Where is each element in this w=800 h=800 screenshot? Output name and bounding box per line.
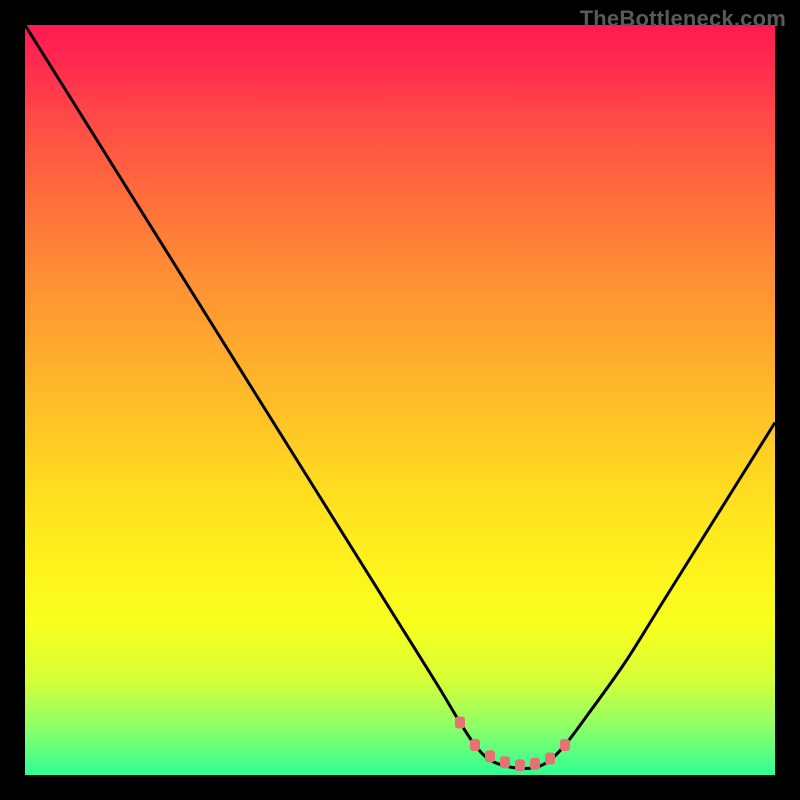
watermark-text: TheBottleneck.com [580, 6, 786, 32]
optimal-marker [485, 750, 495, 762]
optimal-marker [545, 753, 555, 765]
bottleneck-curve [25, 25, 775, 775]
optimal-marker [455, 717, 465, 729]
curve-line [25, 25, 775, 768]
plot-area [25, 25, 775, 775]
optimal-marker [470, 739, 480, 751]
optimal-marker [530, 758, 540, 770]
optimal-marker [515, 759, 525, 771]
optimal-marker [500, 756, 510, 768]
optimal-marker [560, 739, 570, 751]
chart-frame: TheBottleneck.com [0, 0, 800, 800]
